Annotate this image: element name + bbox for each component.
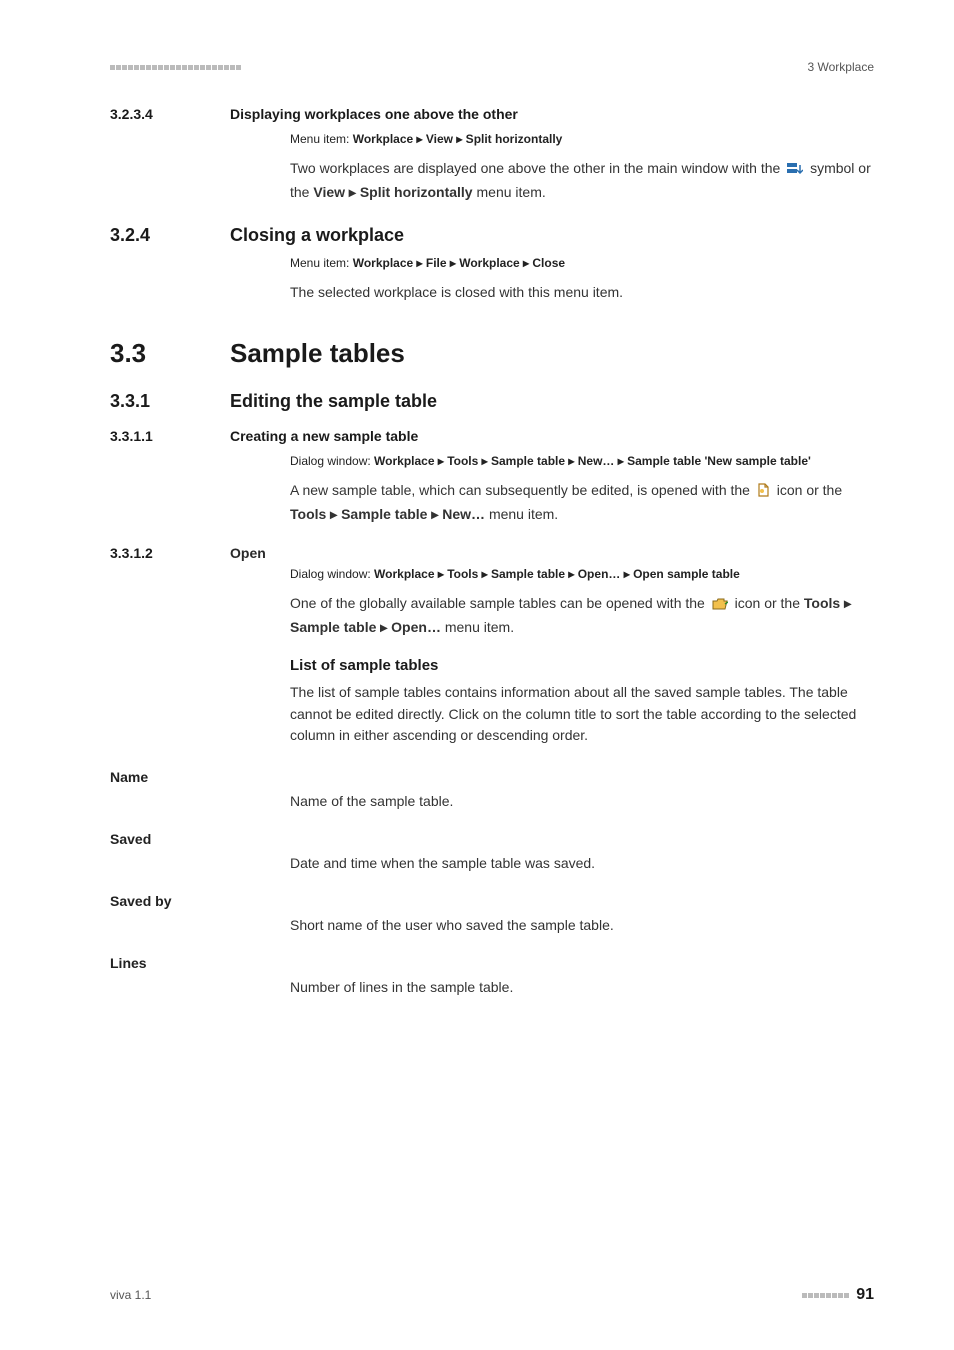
menu-prefix: Menu item: [290,256,353,270]
paragraph: The list of sample tables contains infor… [290,682,874,747]
footer-left: viva 1.1 [110,1288,151,1302]
split-horizontal-icon [787,160,803,182]
text: menu item. [473,184,546,200]
page-number: 91 [856,1286,874,1304]
paragraph: One of the globally available sample tab… [290,593,874,638]
text: menu item. [485,506,558,522]
section-title: Editing the sample table [230,391,874,412]
document-page: 3 Workplace 3.2.3.4 Displaying workplace… [0,0,954,1350]
open-folder-icon [712,595,728,617]
field-label-saved: Saved [110,831,874,847]
field-label-savedby: Saved by [110,893,874,909]
section-body: Dialog window: Workplace ▸ Tools ▸ Sampl… [290,452,874,525]
menu-path: Dialog window: Workplace ▸ Tools ▸ Sampl… [290,452,874,470]
text: icon or the [735,595,804,611]
field-desc-savedby: Short name of the user who saved the sam… [290,917,874,933]
menu-path: Dialog window: Workplace ▸ Tools ▸ Sampl… [290,565,874,583]
page-footer: viva 1.1 91 [110,1286,874,1304]
header-right: 3 Workplace [808,60,874,74]
section-title: Creating a new sample table [230,428,874,444]
header-ornament [110,65,241,70]
menu-bold: Workplace ▸ Tools ▸ Sample table ▸ New… … [374,454,811,468]
field-desc-name: Name of the sample table. [290,793,874,809]
field-label-name: Name [110,769,874,785]
section-number: 3.3 [110,338,230,369]
paragraph: A new sample table, which can subsequent… [290,480,874,525]
menu-inline: Tools ▸ Sample table ▸ New… [290,506,485,522]
section-3-3: 3.3 Sample tables [110,338,874,369]
new-file-icon [757,482,770,504]
section-number: 3.3.1.1 [110,428,230,444]
section-title: Sample tables [230,338,874,369]
paragraph: Two workplaces are displayed one above t… [290,158,874,203]
menu-path: Menu item: Workplace ▸ View ▸ Split hori… [290,130,874,148]
section-3-2-4: 3.2.4 Closing a workplace [110,225,874,246]
menu-bold: Workplace ▸ Tools ▸ Sample table ▸ Open…… [374,567,740,581]
menu-prefix: Dialog window: [290,454,374,468]
section-body: Menu item: Workplace ▸ File ▸ Workplace … [290,254,874,304]
paragraph: The selected workplace is closed with th… [290,282,874,304]
section-body: Menu item: Workplace ▸ View ▸ Split hori… [290,130,874,203]
section-title: Displaying workplaces one above the othe… [230,106,874,122]
section-3-2-3-4: 3.2.3.4 Displaying workplaces one above … [110,106,874,122]
section-body: Dialog window: Workplace ▸ Tools ▸ Sampl… [290,565,874,638]
menu-bold: Workplace ▸ File ▸ Workplace ▸ Close [353,256,565,270]
section-3-3-1: 3.3.1 Editing the sample table [110,391,874,412]
text: Two workplaces are displayed one above t… [290,160,784,176]
section-3-3-1-2: 3.3.1.2 Open [110,545,874,561]
field-desc-lines: Number of lines in the sample table. [290,979,874,995]
menu-bold: Workplace ▸ View ▸ Split horizontally [353,132,563,146]
text: icon or the [777,482,842,498]
section-3-3-1-1: 3.3.1.1 Creating a new sample table [110,428,874,444]
menu-inline: View ▸ Split horizontally [313,184,472,200]
menu-path: Menu item: Workplace ▸ File ▸ Workplace … [290,254,874,272]
text: One of the globally available sample tab… [290,595,709,611]
field-desc-saved: Date and time when the sample table was … [290,855,874,871]
section-number: 3.3.1 [110,391,230,412]
text: menu item. [441,619,514,635]
section-number: 3.3.1.2 [110,545,230,561]
section-number: 3.2.3.4 [110,106,230,122]
page-header: 3 Workplace [110,60,874,74]
menu-prefix: Menu item: [290,132,353,146]
field-label-lines: Lines [110,955,874,971]
footer-ornament: 91 [802,1286,874,1304]
section-title: Open [230,545,290,561]
section-title: Closing a workplace [230,225,874,246]
section-number: 3.2.4 [110,225,230,246]
menu-prefix: Dialog window: [290,567,374,581]
list-heading: List of sample tables [290,657,874,674]
text: A new sample table, which can subsequent… [290,482,754,498]
